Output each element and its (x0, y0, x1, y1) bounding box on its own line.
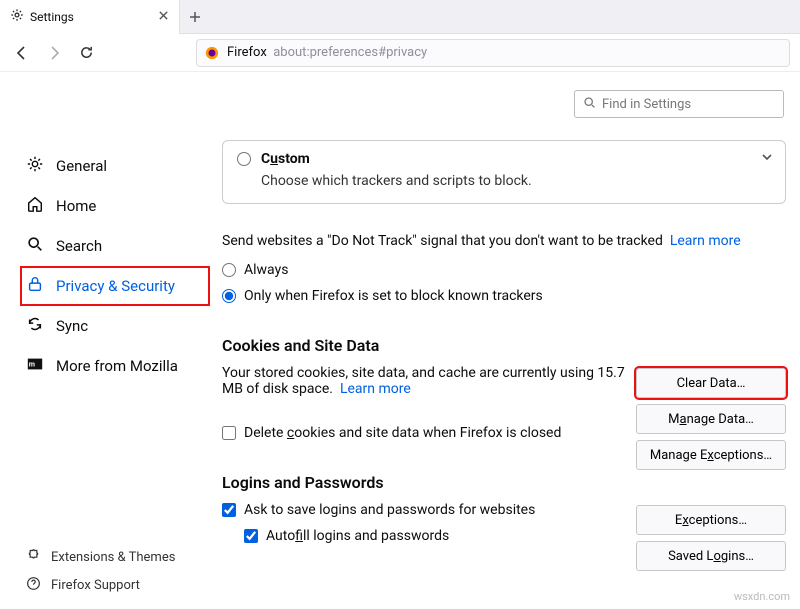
saved-logins-button[interactable]: Saved Logins… (636, 541, 786, 571)
lock-icon (26, 275, 44, 297)
dnt-always-label: Always (244, 262, 288, 278)
sidebar-item-search[interactable]: Search (26, 226, 210, 266)
sidebar-item-privacy[interactable]: Privacy & Security (20, 266, 210, 306)
sidebar-item-label: General (56, 157, 107, 175)
sidebar-item-more-mozilla[interactable]: m More from Mozilla (26, 346, 210, 386)
delete-on-close-label: Delete cookies and site data when Firefo… (244, 425, 561, 441)
help-icon (26, 576, 41, 595)
sidebar-item-label: Privacy & Security (56, 277, 175, 295)
firefox-icon (205, 46, 219, 60)
manage-exceptions-button[interactable]: Manage Exceptions… (636, 440, 786, 470)
search-icon (583, 96, 596, 113)
dnt-learn-more[interactable]: Learn more (670, 233, 741, 249)
custom-radio[interactable] (237, 152, 251, 166)
tab-title: Settings (30, 10, 152, 24)
search-icon (26, 235, 44, 257)
sidebar: General Home Search Privacy & Security S… (0, 72, 210, 609)
url-text: Firefox about:preferences#privacy (227, 45, 427, 60)
sidebar-item-label: Home (56, 197, 96, 215)
sidebar-item-label: More from Mozilla (56, 357, 178, 375)
cookies-heading: Cookies and Site Data (222, 336, 786, 355)
delete-on-close-checkbox[interactable] (222, 426, 236, 440)
new-tab-button[interactable] (180, 11, 210, 23)
clear-data-button[interactable]: Clear Data… (636, 368, 786, 398)
autofill-label: Autofill logins and passwords (266, 528, 449, 544)
logins-exceptions-button[interactable]: Exceptions… (636, 505, 786, 535)
sidebar-footer-label: Extensions & Themes (51, 550, 175, 565)
sidebar-item-sync[interactable]: Sync (26, 306, 210, 346)
settings-search[interactable]: Find in Settings (574, 90, 784, 118)
custom-protection-card[interactable]: Custom Choose which trackers and scripts… (222, 140, 786, 204)
sidebar-footer-label: Firefox Support (51, 578, 140, 593)
sidebar-extensions[interactable]: Extensions & Themes (26, 543, 210, 571)
cookies-desc: Your stored cookies, site data, and cach… (222, 365, 625, 397)
back-button[interactable] (10, 41, 34, 65)
logins-heading: Logins and Passwords (222, 473, 786, 492)
ask-save-checkbox[interactable] (222, 503, 236, 517)
reload-button[interactable] (74, 41, 98, 65)
toolbar: Firefox about:preferences#privacy (0, 34, 800, 72)
dnt-always-radio[interactable] (222, 263, 236, 277)
custom-subtext: Choose which trackers and scripts to blo… (261, 173, 771, 189)
home-icon (26, 195, 44, 217)
sidebar-item-label: Sync (56, 317, 88, 335)
dnt-onlyblock-label: Only when Firefox is set to block known … (244, 288, 543, 304)
main-content: Find in Settings Custom Choose which tra… (210, 72, 800, 609)
sidebar-item-general[interactable]: General (26, 146, 210, 186)
manage-data-button[interactable]: Manage Data… (636, 404, 786, 434)
custom-label: Custom (261, 151, 310, 167)
dnt-section: Send websites a "Do Not Track" signal th… (222, 230, 786, 304)
sidebar-item-label: Search (56, 237, 102, 255)
cookies-learn-more[interactable]: Learn more (340, 381, 411, 397)
gear-icon (26, 155, 44, 177)
chevron-down-icon[interactable] (761, 151, 773, 167)
mozilla-icon: m (26, 355, 44, 377)
sidebar-item-home[interactable]: Home (26, 186, 210, 226)
watermark: wsxdn.com (734, 590, 790, 603)
sync-icon (26, 315, 44, 337)
dnt-text: Send websites a "Do Not Track" signal th… (222, 233, 663, 249)
tab-settings[interactable]: Settings (0, 0, 180, 34)
ask-save-label: Ask to save logins and passwords for web… (244, 502, 535, 518)
close-icon[interactable] (158, 9, 169, 25)
search-placeholder: Find in Settings (602, 97, 691, 112)
svg-text:m: m (29, 360, 35, 369)
forward-button[interactable] (42, 41, 66, 65)
sidebar-support[interactable]: Firefox Support (26, 571, 210, 599)
gear-icon (10, 8, 24, 26)
autofill-checkbox[interactable] (244, 529, 258, 543)
dnt-onlyblock-radio[interactable] (222, 289, 236, 303)
puzzle-icon (26, 548, 41, 567)
url-bar[interactable]: Firefox about:preferences#privacy (196, 39, 790, 67)
tab-bar: Settings (0, 0, 800, 34)
